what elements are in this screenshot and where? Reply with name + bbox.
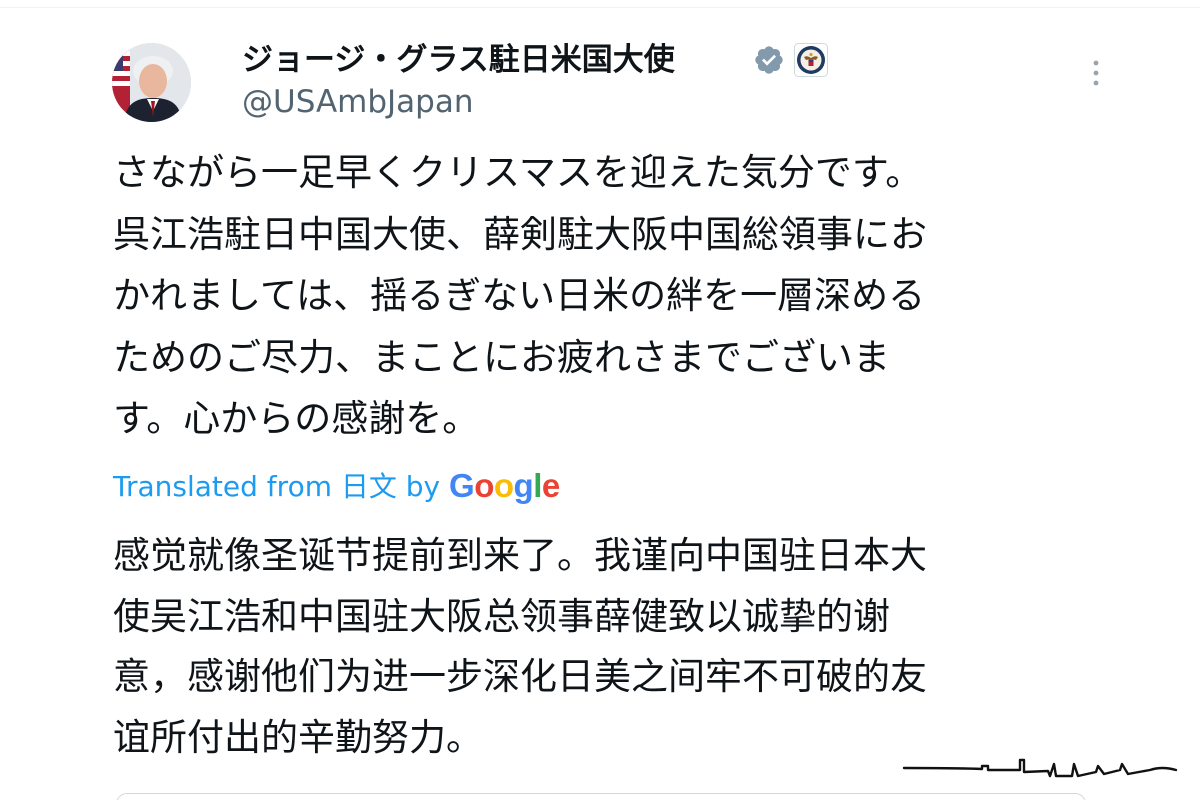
more-vertical-icon[interactable] <box>1084 56 1108 90</box>
author-display-name[interactable]: ジョージ・グラス駐日米国大使 <box>242 40 675 80</box>
author-avatar[interactable] <box>112 43 191 122</box>
avatar-portrait-image <box>112 43 191 122</box>
top-divider <box>0 7 1200 8</box>
tweet-text: さながら一足早くクリスマスを迎えた気分です。 呉江浩駐日中国大使、薛剣駐大阪中国… <box>113 151 927 440</box>
next-post-card-edge <box>116 793 1086 800</box>
translation-attribution[interactable]: Translated from 日文 by Google <box>113 464 560 508</box>
google-logo: Google <box>449 467 560 504</box>
verified-badge-icon[interactable] <box>753 44 785 76</box>
author-handle[interactable]: @USAmbJapan <box>242 82 474 122</box>
translated-text: 感觉就像圣诞节提前到来了。我谨向中国驻日本大 使吴江浩和中国驻大阪总领事薛健致以… <box>113 534 927 759</box>
translation-label[interactable]: Translated from 日文 by <box>113 470 440 503</box>
decorative-wave-mark <box>902 758 1178 778</box>
us-state-department-seal-icon[interactable] <box>794 43 828 77</box>
